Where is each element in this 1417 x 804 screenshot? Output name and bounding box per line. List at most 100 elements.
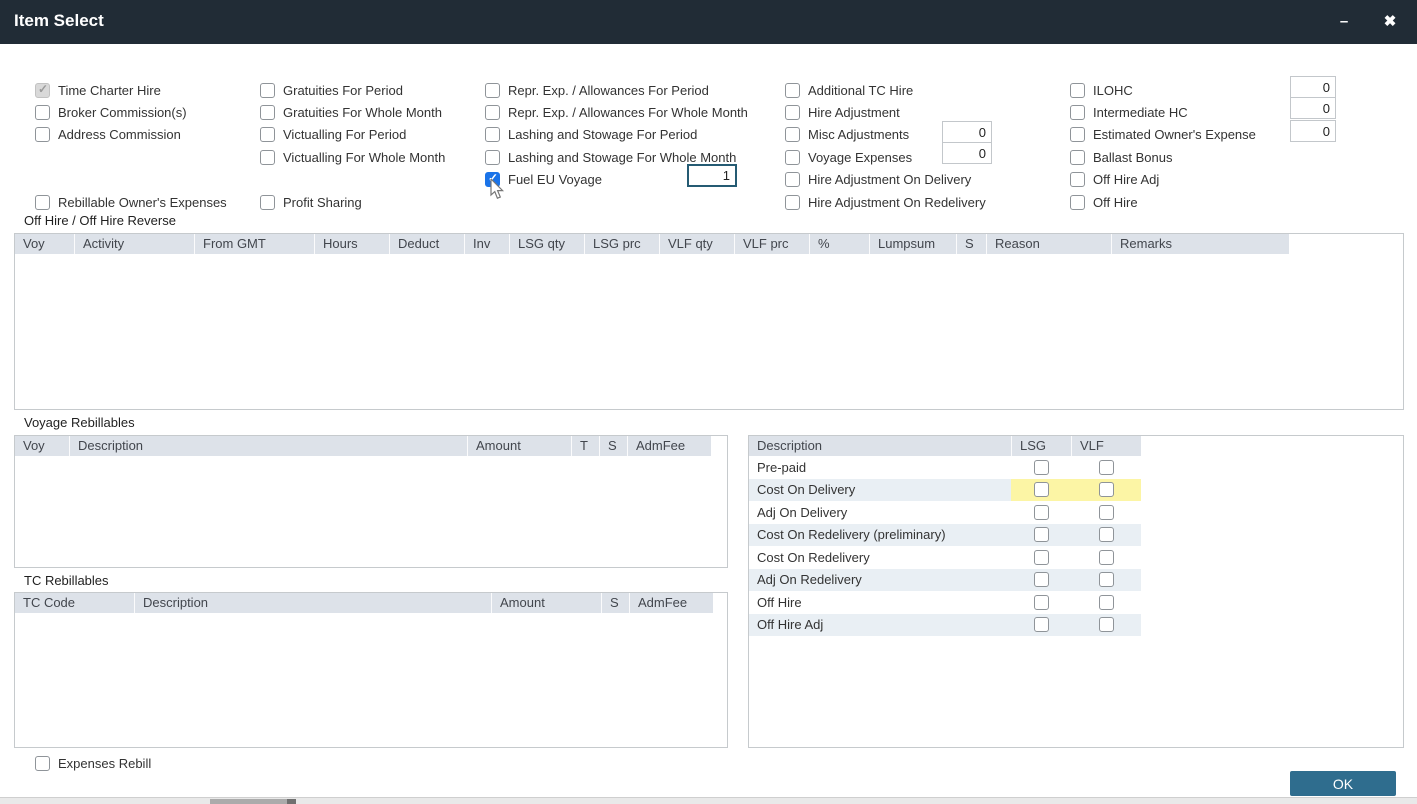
checkbox-row-ballast-bonus[interactable]: Ballast Bonus bbox=[1070, 148, 1173, 166]
column-header[interactable]: T bbox=[571, 436, 599, 456]
checkbox-adj-on-delivery-lsg[interactable] bbox=[1034, 505, 1049, 520]
checkbox-row-off-hire[interactable]: Off Hire bbox=[1070, 193, 1138, 211]
checkbox-row-additional-tc-hire[interactable]: Additional TC Hire bbox=[785, 81, 913, 99]
checkbox-cost-on-redelivery-vlf[interactable] bbox=[1099, 550, 1114, 565]
checkbox-adj-on-redelivery-vlf[interactable] bbox=[1099, 572, 1114, 587]
column-header[interactable]: LSG qty bbox=[509, 234, 584, 254]
checkbox-victualling-for-period[interactable] bbox=[260, 127, 275, 142]
column-header[interactable]: LSG prc bbox=[584, 234, 659, 254]
column-header[interactable]: Deduct bbox=[389, 234, 464, 254]
column-header[interactable]: Lumpsum bbox=[869, 234, 956, 254]
column-header[interactable]: Inv bbox=[464, 234, 509, 254]
checkbox-row-gratuities-for-period[interactable]: Gratuities For Period bbox=[260, 81, 403, 99]
checkbox-repr-exp-allowances-for-period[interactable] bbox=[485, 83, 500, 98]
checkbox-row-victualling-for-period[interactable]: Victualling For Period bbox=[260, 125, 406, 143]
checkbox-row-fuel-eu-voyage[interactable]: Fuel EU Voyage bbox=[485, 170, 602, 188]
column-header[interactable]: Voy bbox=[15, 436, 69, 456]
column-header[interactable]: Activity bbox=[74, 234, 194, 254]
checkbox-profit-sharing[interactable] bbox=[260, 195, 275, 210]
fuel-eu-voyage-input[interactable] bbox=[687, 164, 737, 187]
column-header[interactable]: Voy bbox=[15, 234, 74, 254]
checkbox-intermediate-hc[interactable] bbox=[1070, 105, 1085, 120]
checkbox-row-voyage-expenses[interactable]: Voyage Expenses bbox=[785, 148, 912, 166]
checkbox-off-hire-vlf[interactable] bbox=[1099, 595, 1114, 610]
checkbox-gratuities-for-whole-month[interactable] bbox=[260, 105, 275, 120]
checkbox-row-victualling-for-whole-month[interactable]: Victualling For Whole Month bbox=[260, 148, 445, 166]
checkbox-hire-adjustment-on-delivery[interactable] bbox=[785, 172, 800, 187]
checkbox-row-hire-adjustment-on-delivery[interactable]: Hire Adjustment On Delivery bbox=[785, 170, 971, 188]
ilohc-input[interactable] bbox=[1290, 76, 1336, 98]
column-header[interactable]: VLF qty bbox=[659, 234, 734, 254]
checkbox-row-intermediate-hc[interactable]: Intermediate HC bbox=[1070, 103, 1188, 121]
column-header[interactable]: S bbox=[956, 234, 986, 254]
checkbox-row-time-charter-hire[interactable]: Time Charter Hire bbox=[35, 81, 161, 99]
column-header[interactable]: Description bbox=[749, 436, 1011, 456]
checkbox-cost-on-redelivery-lsg[interactable] bbox=[1034, 550, 1049, 565]
checkbox-row-repr-exp-allowances-for-whole-month[interactable]: Repr. Exp. / Allowances For Whole Month bbox=[485, 103, 748, 121]
column-header[interactable]: TC Code bbox=[15, 593, 134, 613]
column-header[interactable]: Hours bbox=[314, 234, 389, 254]
checkbox-row-expenses-rebill[interactable]: Expenses Rebill bbox=[35, 754, 151, 772]
checkbox-off-hire-adj[interactable] bbox=[1070, 172, 1085, 187]
checkbox-row-repr-exp-allowances-for-period[interactable]: Repr. Exp. / Allowances For Period bbox=[485, 81, 709, 99]
column-header[interactable]: S bbox=[601, 593, 629, 613]
column-header[interactable]: Amount bbox=[467, 436, 571, 456]
checkbox-cost-on-redelivery-preliminary-lsg[interactable] bbox=[1034, 527, 1049, 542]
checkbox-expenses-rebill[interactable] bbox=[35, 756, 50, 771]
column-header[interactable]: Description bbox=[134, 593, 491, 613]
column-header[interactable]: Description bbox=[69, 436, 467, 456]
close-icon[interactable]: ✖ bbox=[1375, 10, 1405, 34]
column-header[interactable]: Amount bbox=[491, 593, 601, 613]
checkbox-row-profit-sharing[interactable]: Profit Sharing bbox=[260, 193, 362, 211]
checkbox-cost-on-delivery-lsg[interactable] bbox=[1034, 482, 1049, 497]
checkbox-estimated-owners-expense[interactable] bbox=[1070, 127, 1085, 142]
checkbox-additional-tc-hire[interactable] bbox=[785, 83, 800, 98]
checkbox-off-hire-adj-lsg[interactable] bbox=[1034, 617, 1049, 632]
checkbox-row-ilohc[interactable]: ILOHC bbox=[1070, 81, 1133, 99]
checkbox-row-gratuities-for-whole-month[interactable]: Gratuities For Whole Month bbox=[260, 103, 442, 121]
checkbox-broker-commissions[interactable] bbox=[35, 105, 50, 120]
checkbox-row-estimated-owners-expense[interactable]: Estimated Owner's Expense bbox=[1070, 125, 1256, 143]
checkbox-cost-on-redelivery-preliminary-vlf[interactable] bbox=[1099, 527, 1114, 542]
checkbox-victualling-for-whole-month[interactable] bbox=[260, 150, 275, 165]
column-header[interactable]: % bbox=[809, 234, 869, 254]
checkbox-gratuities-for-period[interactable] bbox=[260, 83, 275, 98]
checkbox-rebillable-owners-expenses[interactable] bbox=[35, 195, 50, 210]
checkbox-lashing-and-stowage-for-whole-month[interactable] bbox=[485, 150, 500, 165]
checkbox-cost-on-delivery-vlf[interactable] bbox=[1099, 482, 1114, 497]
column-header[interactable]: VLF bbox=[1071, 436, 1141, 456]
minimize-icon[interactable]: – bbox=[1329, 10, 1359, 34]
checkbox-row-rebillable-owners-expenses[interactable]: Rebillable Owner's Expenses bbox=[35, 193, 227, 211]
checkbox-adj-on-redelivery-lsg[interactable] bbox=[1034, 572, 1049, 587]
column-header[interactable]: LSG bbox=[1011, 436, 1071, 456]
checkbox-time-charter-hire[interactable] bbox=[35, 83, 50, 98]
checkbox-ilohc[interactable] bbox=[1070, 83, 1085, 98]
checkbox-row-lashing-and-stowage-for-period[interactable]: Lashing and Stowage For Period bbox=[485, 125, 697, 143]
checkbox-off-hire-adj-vlf[interactable] bbox=[1099, 617, 1114, 632]
checkbox-adj-on-delivery-vlf[interactable] bbox=[1099, 505, 1114, 520]
checkbox-off-hire-lsg[interactable] bbox=[1034, 595, 1049, 610]
checkbox-voyage-expenses[interactable] bbox=[785, 150, 800, 165]
column-header[interactable]: AdmFee bbox=[629, 593, 713, 613]
checkbox-hire-adjustment-on-redelivery[interactable] bbox=[785, 195, 800, 210]
checkbox-pre-paid-lsg[interactable] bbox=[1034, 460, 1049, 475]
scrollbar-thumb[interactable] bbox=[210, 799, 290, 804]
misc-adjustments-input[interactable] bbox=[942, 121, 992, 143]
checkbox-row-address-commission[interactable]: Address Commission bbox=[35, 125, 181, 143]
voyage-expenses-input[interactable] bbox=[942, 142, 992, 164]
column-header[interactable]: VLF prc bbox=[734, 234, 809, 254]
checkbox-pre-paid-vlf[interactable] bbox=[1099, 460, 1114, 475]
horizontal-scrollbar[interactable] bbox=[0, 797, 1417, 804]
checkbox-ballast-bonus[interactable] bbox=[1070, 150, 1085, 165]
ok-button[interactable]: OK bbox=[1290, 771, 1396, 796]
checkbox-row-off-hire-adj[interactable]: Off Hire Adj bbox=[1070, 170, 1159, 188]
checkbox-row-broker-commissions[interactable]: Broker Commission(s) bbox=[35, 103, 187, 121]
checkbox-repr-exp-allowances-for-whole-month[interactable] bbox=[485, 105, 500, 120]
checkbox-address-commission[interactable] bbox=[35, 127, 50, 142]
estimated-owners-expense-input[interactable] bbox=[1290, 120, 1336, 142]
column-header[interactable]: Reason bbox=[986, 234, 1111, 254]
checkbox-misc-adjustments[interactable] bbox=[785, 127, 800, 142]
column-header[interactable]: S bbox=[599, 436, 627, 456]
column-header[interactable]: AdmFee bbox=[627, 436, 711, 456]
checkbox-row-misc-adjustments[interactable]: Misc Adjustments bbox=[785, 125, 909, 143]
